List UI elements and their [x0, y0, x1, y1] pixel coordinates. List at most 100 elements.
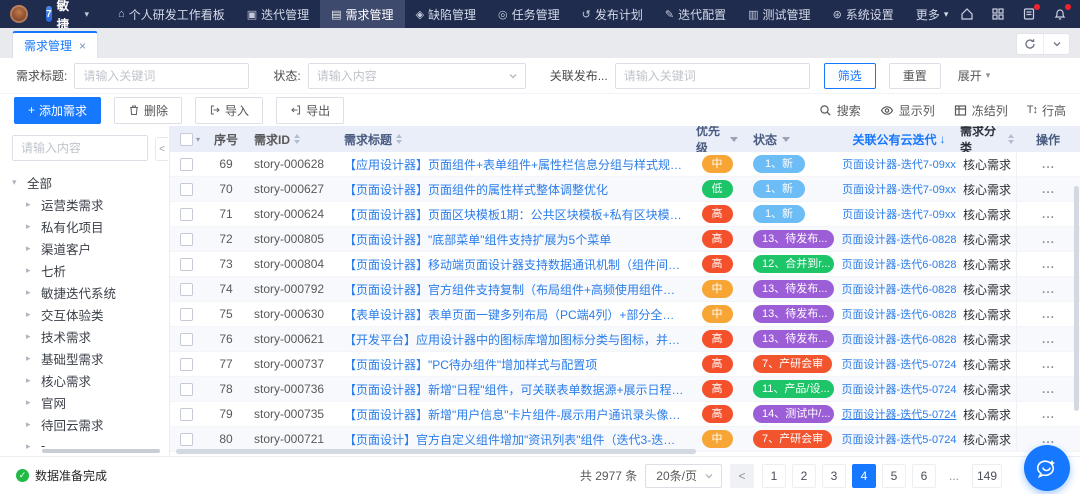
tree-node[interactable]: ▸核心需求 — [12, 369, 158, 391]
tree-node[interactable]: ▸渠道客户 — [12, 237, 158, 259]
sort-descending-icon[interactable]: ↓ — [940, 132, 946, 146]
document-notifications-icon[interactable] — [1021, 6, 1037, 22]
row-more-button[interactable]: ... — [1042, 382, 1055, 396]
row-more-button[interactable]: ... — [1042, 182, 1055, 196]
row-more-button[interactable]: ... — [1042, 332, 1055, 346]
nav-item-iteration[interactable]: ▣迭代管理 — [236, 0, 320, 28]
row-more-button[interactable]: ... — [1042, 207, 1055, 221]
header-title[interactable]: 需求标题 — [338, 126, 690, 152]
header-status[interactable]: 状态 — [744, 126, 840, 152]
add-requirement-button[interactable]: + 添加需求 — [14, 97, 101, 124]
iteration-link[interactable]: 页面设计器-迭代5-0724 — [842, 406, 957, 422]
row-more-button[interactable]: ... — [1042, 407, 1055, 421]
status-filter-select[interactable]: 请输入内容 — [308, 63, 526, 89]
row-checkbox[interactable] — [180, 408, 193, 421]
nav-item-release[interactable]: ↺发布计划 — [571, 0, 654, 28]
row-more-button[interactable]: ... — [1042, 307, 1055, 321]
select-menu-chevron-icon[interactable]: ▾ — [196, 135, 200, 144]
row-checkbox[interactable] — [180, 158, 193, 171]
iteration-link[interactable]: 页面设计器-迭代6-0828 — [842, 256, 957, 272]
export-button[interactable]: 导出 — [276, 97, 344, 124]
nav-item-more[interactable]: 更多▾ — [905, 0, 960, 28]
story-title-link[interactable]: 【页面设计器】页面组件的属性样式整体调整优化 — [344, 181, 684, 198]
sort-icon[interactable] — [294, 134, 300, 144]
nav-item-settings[interactable]: ⊛系统设置 — [822, 0, 905, 28]
tree-node[interactable]: ▸技术需求 — [12, 325, 158, 347]
iteration-link[interactable]: 页面设计器-迭代7-09xx — [842, 156, 956, 172]
header-priority[interactable]: 优先级 — [690, 126, 744, 152]
tree-node[interactable]: ▸基础型需求 — [12, 347, 158, 369]
header-story-id[interactable]: 需求ID — [248, 126, 338, 152]
row-checkbox[interactable] — [180, 383, 193, 396]
page-button-149[interactable]: 149 — [972, 464, 1002, 488]
table-horizontal-scrollbar[interactable] — [176, 449, 696, 454]
row-checkbox[interactable] — [180, 358, 193, 371]
iteration-link[interactable]: 页面设计器-迭代5-0724 — [842, 356, 957, 372]
story-title-link[interactable]: 【页面设计】官方自定义组件增加"资讯列表"组件（迭代3-迭代4） — [344, 431, 684, 448]
story-title-link[interactable]: 【页面设计器】官方组件支持复制（布局组件+高频使用组件优先） — [344, 281, 684, 298]
filter-button[interactable]: 筛选 — [824, 63, 876, 89]
tree-node-root[interactable]: ▾全部 — [12, 171, 158, 193]
row-checkbox[interactable] — [180, 258, 193, 271]
row-checkbox[interactable] — [180, 183, 193, 196]
tree-node[interactable]: ▸私有化项目 — [12, 215, 158, 237]
nav-item-config[interactable]: ✎迭代配置 — [654, 0, 737, 28]
row-checkbox[interactable] — [180, 333, 193, 346]
row-checkbox[interactable] — [180, 208, 193, 221]
prev-page-button[interactable]: < — [730, 464, 754, 488]
nav-item-test[interactable]: ▥测试管理 — [737, 0, 821, 28]
iteration-link[interactable]: 页面设计器-迭代6-0828 — [842, 281, 957, 297]
page-size-select[interactable]: 20条/页 — [645, 464, 722, 488]
apps-grid-icon[interactable] — [990, 6, 1006, 22]
nav-item-home[interactable]: ⌂个人研发工作看板 — [107, 0, 236, 28]
iteration-link[interactable]: 页面设计器-迭代7-09xx — [842, 181, 956, 197]
story-title-link[interactable]: 【表单设计器】表单页面一键多列布局（PC端4列）+部分全局样式可视化配置 — [344, 306, 684, 323]
tree-node[interactable]: ▸交互体验类 — [12, 303, 158, 325]
tree-node[interactable]: ▸待回云需求 — [12, 413, 158, 435]
row-more-button[interactable]: ... — [1042, 157, 1055, 171]
filter-icon[interactable] — [782, 137, 790, 142]
iteration-link[interactable]: 页面设计器-迭代5-0724 — [842, 381, 957, 397]
show-columns-tool[interactable]: 显示列 — [880, 102, 935, 119]
nav-item-defect[interactable]: ◈缺陷管理 — [405, 0, 487, 28]
filter-icon[interactable] — [730, 137, 738, 142]
sidebar-horizontal-scrollbar[interactable] — [42, 449, 160, 453]
page-button-5[interactable]: 5 — [882, 464, 906, 488]
story-title-link[interactable]: 【页面设计器】页面区块模板1期：公共区块模板+私有区块模板+第一批官方区块模板.… — [344, 206, 684, 223]
collapse-sidebar-button[interactable]: < — [155, 137, 168, 161]
reset-button[interactable]: 重置 — [889, 63, 941, 89]
iteration-link[interactable]: 页面设计器-迭代6-0828 — [842, 331, 957, 347]
import-button[interactable]: 导入 — [195, 97, 263, 124]
sort-icon[interactable] — [396, 134, 402, 144]
row-checkbox[interactable] — [180, 283, 193, 296]
page-button-1[interactable]: 1 — [762, 464, 786, 488]
home-icon[interactable] — [959, 6, 975, 22]
tree-node[interactable]: ▸运营类需求 — [12, 193, 158, 215]
row-more-button[interactable]: ... — [1042, 432, 1055, 446]
page-button-2[interactable]: 2 — [792, 464, 816, 488]
page-button-3[interactable]: 3 — [822, 464, 846, 488]
row-height-tool[interactable]: T↕ 行高 — [1027, 102, 1066, 119]
story-title-link[interactable]: 【开发平台】应用设计器中的图标库增加图标分类与图标，并复用于多个功能 — [344, 331, 684, 348]
header-public-cloud-iteration[interactable]: 关联公有云迭代 ↓ — [840, 126, 958, 152]
row-checkbox[interactable] — [180, 233, 193, 246]
story-title-link[interactable]: 【页面设计器】新增"日程"组件，可关联表单数据源+展示日程信息与列表 — [344, 381, 684, 398]
title-filter-input[interactable] — [74, 63, 249, 89]
iteration-link[interactable]: 页面设计器-迭代7-09xx — [842, 206, 956, 222]
tree-node[interactable]: ▸敏捷迭代系统 — [12, 281, 158, 303]
close-icon[interactable]: × — [79, 39, 86, 53]
bell-icon[interactable] — [1052, 6, 1068, 22]
company-logo-icon[interactable] — [10, 5, 28, 23]
row-more-button[interactable]: ... — [1042, 257, 1055, 271]
story-title-link[interactable]: 【页面设计器】"PC待办组件"增加样式与配置项 — [344, 356, 684, 373]
header-category[interactable]: 需求分类 — [958, 126, 1016, 152]
table-vertical-scrollbar[interactable] — [1074, 186, 1079, 411]
expand-button[interactable]: 展开 ▾ — [954, 63, 995, 89]
nav-item-requirement[interactable]: ▤需求管理 — [320, 0, 404, 28]
tree-node[interactable]: ▸官网 — [12, 391, 158, 413]
row-more-button[interactable]: ... — [1042, 282, 1055, 296]
assistant-chat-button[interactable] — [1024, 445, 1070, 491]
page-button-4[interactable]: 4 — [852, 464, 876, 488]
story-title-link[interactable]: 【应用设计器】页面组件+表单组件+属性栏信息分组与样式规范优化 — [344, 156, 684, 173]
tree-node[interactable]: ▸七析 — [12, 259, 158, 281]
